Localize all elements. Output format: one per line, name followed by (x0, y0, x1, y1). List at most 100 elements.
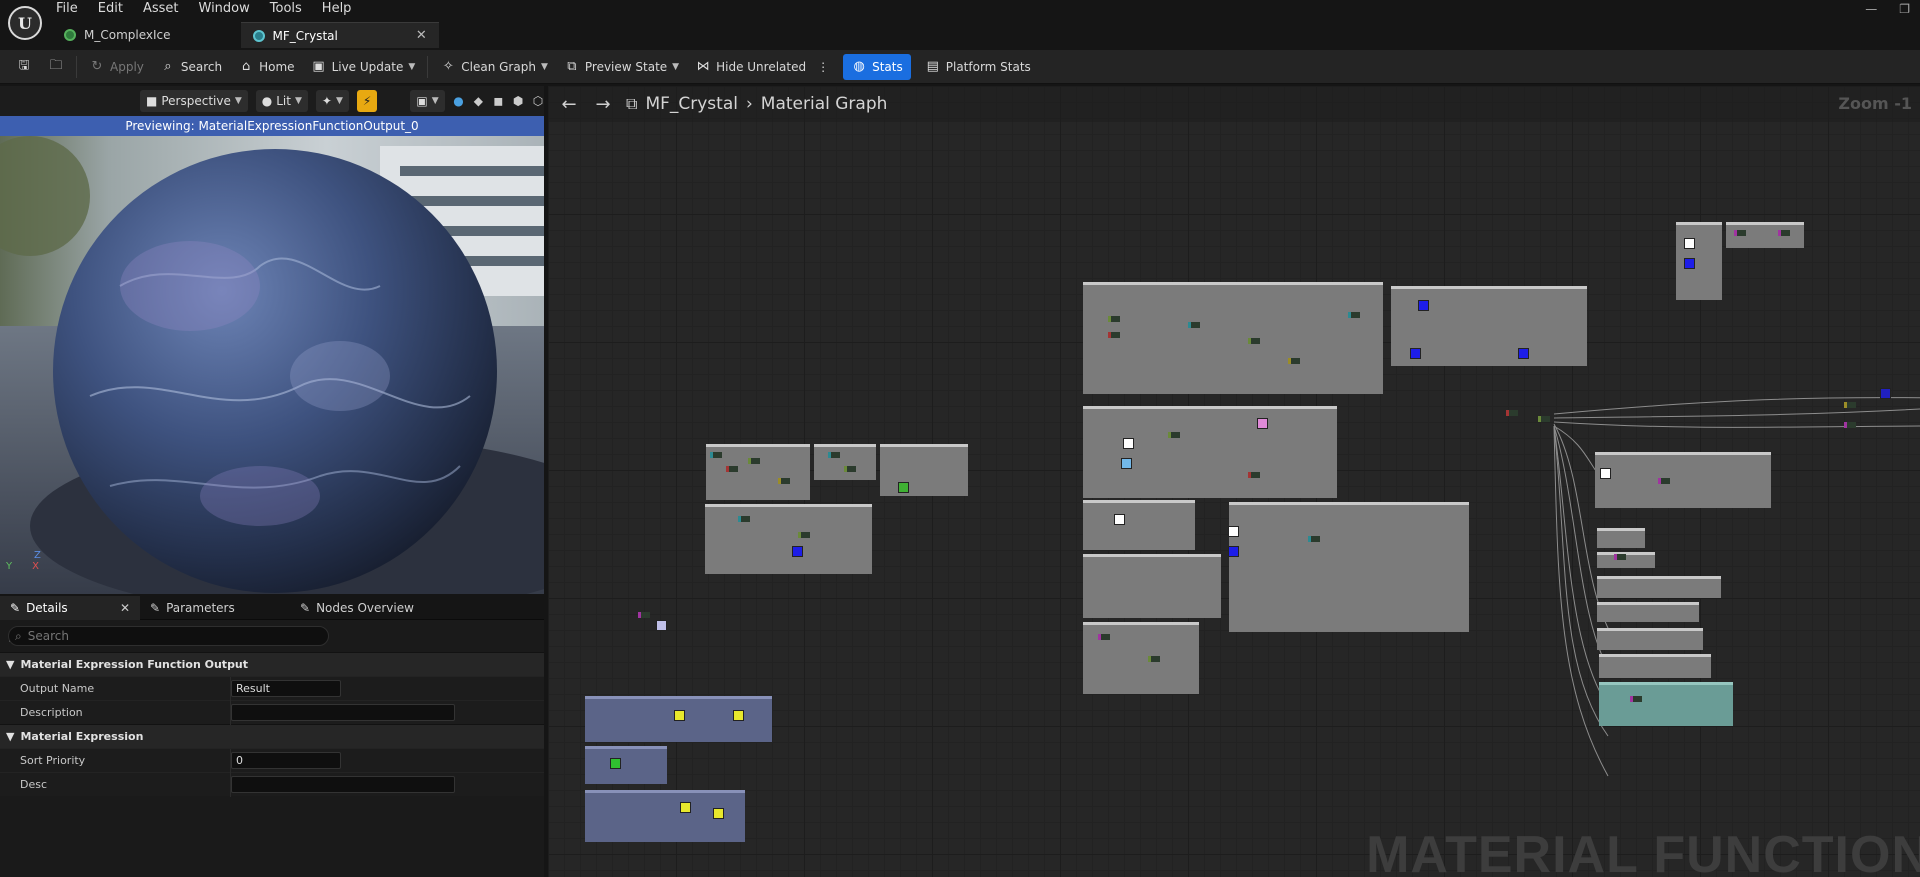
graph-node[interactable] (1248, 472, 1260, 478)
forward-arrow-icon[interactable]: → (592, 94, 614, 115)
menu-help[interactable]: Help (322, 1, 352, 19)
menu-window[interactable]: Window (199, 1, 250, 19)
graph-node[interactable] (1348, 312, 1360, 318)
graph-node[interactable] (1658, 478, 1670, 484)
graph-node[interactable] (1248, 338, 1260, 344)
comment-box[interactable] (1676, 222, 1722, 300)
graph-node[interactable] (1148, 656, 1160, 662)
graph-node[interactable] (1108, 332, 1120, 338)
graph-node[interactable] (1288, 358, 1300, 364)
comment-box[interactable] (705, 504, 872, 574)
custom-mesh-icon[interactable]: ⬡ (532, 94, 544, 108)
graph-node[interactable] (778, 478, 790, 484)
details-search-box[interactable]: ⌕ (8, 626, 329, 646)
graph-node[interactable] (798, 532, 810, 538)
graph-node[interactable] (1188, 322, 1200, 328)
graph-node[interactable] (1506, 410, 1518, 416)
comment-box[interactable] (1597, 628, 1703, 650)
menu-tools[interactable]: Tools (270, 1, 302, 19)
comment-box[interactable] (1597, 552, 1655, 568)
clean-graph-dropdown[interactable]: ✧ Clean Graph ▼ (432, 54, 556, 80)
tab-mf-crystal[interactable]: MF_Crystal ✕ (240, 22, 439, 48)
hide-unrelated-button[interactable]: ⋈ Hide Unrelated ⋮ (687, 54, 837, 80)
graph-node[interactable] (1778, 230, 1790, 236)
graph-node[interactable] (1734, 230, 1746, 236)
plane-icon[interactable]: ◆ (472, 94, 484, 108)
graph-node[interactable] (638, 612, 650, 618)
graph-node[interactable] (1098, 634, 1110, 640)
preview-mesh-dropdown[interactable]: ▣ ▼ (410, 90, 445, 112)
cube-icon[interactable]: ◼ (492, 94, 504, 108)
comment-box[interactable] (880, 444, 968, 496)
close-icon[interactable]: ✕ (416, 28, 427, 43)
cylinder-icon[interactable]: ⬢ (512, 94, 524, 108)
comment-box[interactable] (814, 444, 876, 480)
material-graph-canvas[interactable]: ← → ⧉ MF_Crystal › Material Graph Zoom -… (548, 86, 1920, 877)
apply-button[interactable]: ↻ Apply (81, 54, 152, 80)
tab-details[interactable]: ✎ Details ✕ (0, 596, 140, 620)
more-options-icon[interactable]: ⋮ (817, 60, 829, 74)
graph-node[interactable] (1108, 316, 1120, 322)
details-search-input[interactable] (27, 629, 328, 643)
comment-box[interactable] (1083, 622, 1199, 694)
preview-scene[interactable]: Z Y X (0, 136, 544, 594)
menu-file[interactable]: File (56, 1, 78, 19)
menu-edit[interactable]: Edit (98, 1, 123, 19)
browse-button[interactable]: 🗀 (40, 54, 72, 80)
comment-box[interactable] (1083, 554, 1221, 618)
graph-node[interactable] (710, 452, 722, 458)
preview-viewport[interactable]: ■ Perspective ▼ ● Lit ▼ ✦ ▼ ⚡ ▣ ▼ ● ◆ ◼ ⬢ ⬡ Pr… (0, 86, 544, 594)
live-update-dropdown[interactable]: ▣ Live Update ▼ (303, 54, 424, 80)
breadcrumb-item[interactable]: MF_Crystal (645, 94, 738, 114)
comment-box[interactable] (1595, 452, 1771, 508)
graph-node[interactable] (1630, 696, 1642, 702)
preview-state-dropdown[interactable]: ⧉ Preview State ▼ (556, 54, 687, 80)
desc-field[interactable] (231, 776, 455, 793)
comment-box[interactable] (1597, 528, 1645, 548)
tab-m-complexice[interactable]: M_ComplexIce (52, 22, 241, 48)
graph-node[interactable] (738, 516, 750, 522)
comment-box[interactable] (1597, 576, 1721, 598)
comment-box[interactable] (1229, 502, 1469, 632)
section-header-material-expression[interactable]: ▼ Material Expression (0, 724, 544, 748)
back-arrow-icon[interactable]: ← (558, 94, 580, 115)
perspective-dropdown[interactable]: ■ Perspective ▼ (140, 90, 248, 112)
maximize-icon[interactable]: ❐ (1899, 2, 1910, 16)
platform-stats-button[interactable]: ▤ Platform Stats (917, 54, 1039, 80)
section-header-function-output[interactable]: ▼ Material Expression Function Output (0, 652, 544, 676)
graph-node[interactable] (1538, 416, 1550, 422)
tab-parameters[interactable]: ✎ Parameters (140, 596, 290, 620)
graph-node[interactable] (844, 466, 856, 472)
stats-button[interactable]: ◍ Stats (843, 53, 911, 80)
description-field[interactable] (231, 704, 455, 721)
graph-node[interactable] (1844, 422, 1856, 428)
minimize-icon[interactable]: — (1865, 2, 1877, 16)
graph-node[interactable] (1308, 536, 1320, 542)
search-button[interactable]: ⌕ Search (152, 54, 230, 80)
tab-nodes-overview[interactable]: ✎ Nodes Overview (290, 596, 424, 620)
graph-node[interactable] (726, 466, 738, 472)
home-button[interactable]: ⌂ Home (230, 54, 302, 80)
comment-box-teal[interactable] (1599, 682, 1733, 726)
show-flags-dropdown[interactable]: ✦ ▼ (315, 90, 349, 112)
menu-asset[interactable]: Asset (143, 1, 179, 19)
unreal-logo-icon[interactable]: U (8, 6, 42, 40)
comment-box[interactable] (1083, 500, 1195, 550)
comment-box[interactable] (1083, 406, 1337, 498)
output-name-field[interactable] (231, 680, 341, 697)
lit-dropdown[interactable]: ● Lit ▼ (255, 90, 308, 112)
breadcrumb-item[interactable]: Material Graph (761, 94, 888, 114)
comment-box-blue[interactable] (585, 746, 667, 784)
graph-node[interactable] (1844, 402, 1856, 408)
realtime-toggle[interactable]: ⚡ (356, 90, 378, 112)
graph-node[interactable] (1168, 432, 1180, 438)
graph-node[interactable] (828, 452, 840, 458)
comment-box[interactable] (1083, 282, 1383, 394)
sphere-icon[interactable]: ● (453, 94, 465, 108)
comment-box[interactable] (1599, 654, 1711, 678)
graph-node[interactable] (748, 458, 760, 464)
close-icon[interactable]: ✕ (120, 601, 130, 615)
comment-box[interactable] (1597, 602, 1699, 622)
save-button[interactable]: 🖫 (8, 54, 40, 80)
graph-node[interactable] (1614, 554, 1626, 560)
